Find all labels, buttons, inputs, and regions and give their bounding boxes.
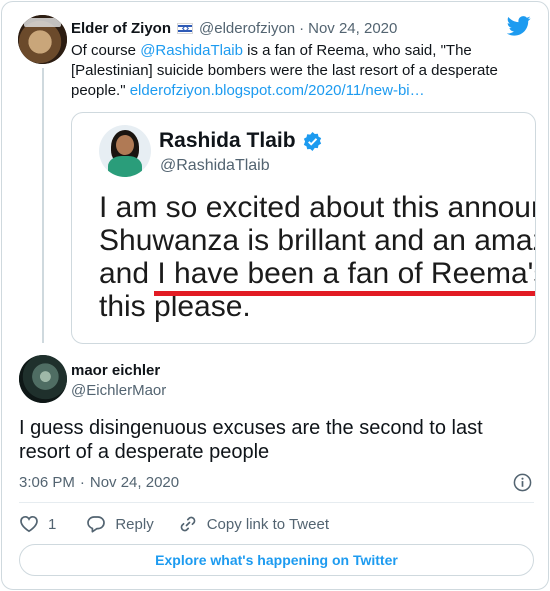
blog-link[interactable]: elderofziyon.blogspot.com/2020/11/new-bi…: [130, 82, 425, 99]
thread-connector-line: [42, 68, 44, 343]
copy-link-label: Copy link to Tweet: [206, 515, 329, 533]
like-count: 1: [48, 515, 57, 533]
separator-dot: ·: [79, 474, 85, 491]
parent-tweet-text: Of course @RashidaTlaib is a fan of Reem…: [71, 41, 511, 101]
israel-flag-icon: [177, 22, 194, 34]
info-icon[interactable]: [513, 473, 532, 492]
parent-author-name[interactable]: Elder of Ziyon: [71, 20, 171, 37]
quoted-tweet-image[interactable]: Rashida Tlaib @RashidaTlaib I am so exci…: [71, 112, 536, 344]
verified-badge-icon: [303, 131, 321, 151]
quoted-line: Shuwanza is brillant and an amaz: [99, 224, 536, 257]
reply-tweet-text: I guess disingenuous excuses are the sec…: [19, 417, 483, 463]
tweet-actions: 1 Reply Copy link to Tweet: [19, 513, 329, 535]
tweet-embed-card: Elder of Ziyon @elderofziyon · Nov 24, 2…: [1, 1, 549, 590]
divider: [19, 502, 534, 503]
reply-author-name[interactable]: maor eichler: [71, 362, 160, 379]
quoted-author-name-row: Rashida Tlaib: [159, 129, 322, 153]
reply-date[interactable]: Nov 24, 2020: [90, 474, 179, 491]
quoted-line: I am so excited about this announ: [99, 191, 536, 224]
explore-twitter-button[interactable]: Explore what's happening on Twitter: [19, 544, 534, 576]
parent-text-part: Of course: [71, 42, 141, 59]
copy-link-button[interactable]: Copy link to Tweet: [178, 514, 329, 534]
quoted-line: and I have been a fan of Reema's: [99, 257, 536, 290]
separator-dot: ·: [299, 19, 305, 37]
reply-author-handle[interactable]: @EichlerMaor: [71, 382, 166, 399]
like-button[interactable]: 1: [19, 514, 56, 534]
eichlermaor-avatar[interactable]: [19, 355, 67, 403]
mention-rashidatlaib[interactable]: @RashidaTlaib: [140, 42, 243, 59]
rashidatlaib-avatar: [99, 125, 151, 177]
parent-author-handle[interactable]: @elderofziyon: [199, 20, 295, 37]
quoted-tweet-body: I am so excited about this announ Shuwanz…: [99, 191, 536, 323]
reply-label: Reply: [115, 515, 154, 533]
heart-icon: [20, 515, 38, 533]
reply-bubble-icon: [87, 516, 106, 533]
elderofziyon-avatar[interactable]: [18, 15, 67, 64]
quoted-author-name: Rashida Tlaib: [159, 129, 296, 152]
reply-button[interactable]: Reply: [86, 514, 154, 534]
quoted-author-handle: @RashidaTlaib: [160, 157, 270, 174]
twitter-bird-icon[interactable]: [507, 16, 531, 36]
red-highlight-underline: [154, 291, 535, 296]
link-icon: [180, 516, 196, 532]
reply-time[interactable]: 3:06 PM: [19, 474, 75, 491]
reply-timestamp[interactable]: 3:06 PM · Nov 24, 2020: [19, 474, 179, 491]
parent-tweet-date[interactable]: Nov 24, 2020: [308, 20, 397, 37]
parent-tweet-header: Elder of Ziyon @elderofziyon · Nov 24, 2…: [71, 18, 397, 38]
